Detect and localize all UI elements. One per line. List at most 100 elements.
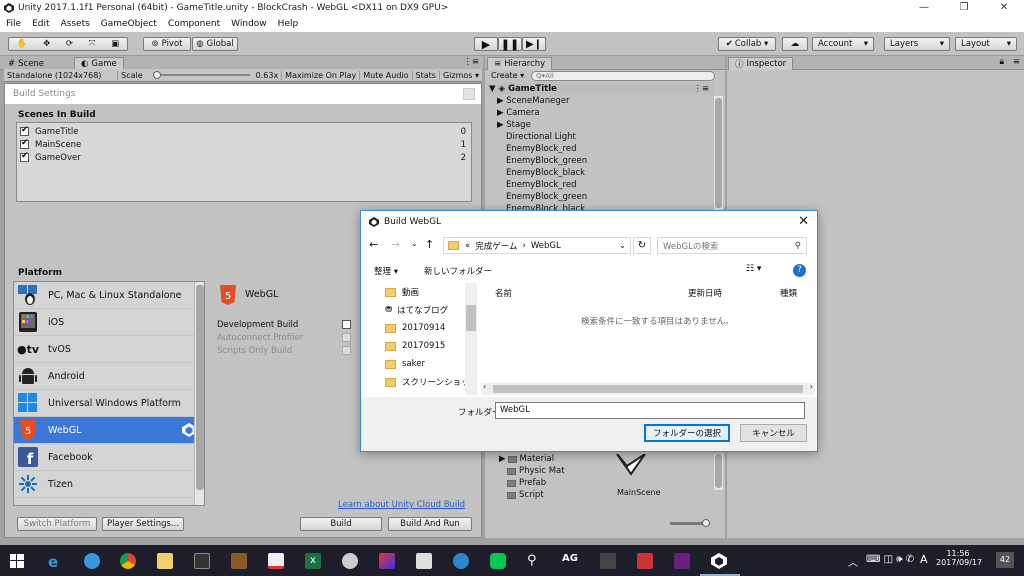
stats-toggle[interactable]: Stats	[413, 70, 440, 80]
rotate-tool-icon[interactable]: ⟳	[66, 39, 73, 49]
zoom-slider[interactable]	[670, 519, 710, 527]
hierarchy-search-input[interactable]: Q▾All	[531, 70, 716, 81]
menu-file[interactable]: File	[6, 19, 21, 29]
new-folder-button[interactable]: 新しいフォルダー	[424, 265, 492, 277]
development-build-checkbox[interactable]	[342, 320, 351, 329]
expand-arrow-icon[interactable]: ▶	[497, 96, 506, 106]
layers-dropdown[interactable]: Layers ▾	[884, 37, 950, 51]
file-list-hscrollbar[interactable]: ‹ ›	[481, 382, 815, 395]
tray-icons[interactable]: ⌨ ◫ 🕪︎ ✆	[866, 554, 914, 565]
account-dropdown[interactable]: Account ▾	[812, 37, 874, 51]
windows-start-icon[interactable]	[10, 554, 24, 568]
search-input[interactable]: WebGLの検索 ⚲	[657, 237, 807, 254]
create-dropdown[interactable]: Create ▾	[488, 71, 527, 80]
chrome-icon[interactable]	[120, 553, 136, 569]
hierarchy-root-row[interactable]: ▼ ◈ GameTitle ⋮≡	[487, 83, 713, 95]
cloud-button[interactable]: ☁	[782, 37, 808, 51]
platform-item-android[interactable]: Android	[14, 363, 204, 390]
excel-icon[interactable]: x	[305, 553, 321, 569]
lightbulb-icon[interactable]: ⚲	[527, 553, 543, 569]
pivot-button[interactable]: ⊚ Pivot	[143, 37, 191, 51]
help-icon[interactable]: ?	[793, 264, 806, 277]
nav-item[interactable]: saker	[369, 355, 479, 373]
app-ag-icon[interactable]: AG	[562, 553, 582, 569]
back-arrow-icon[interactable]: ←	[369, 238, 378, 251]
menu-help[interactable]: Help	[278, 19, 299, 29]
app-icon[interactable]	[416, 553, 432, 569]
switch-platform-button[interactable]: Switch Platform	[17, 517, 97, 531]
maximize-on-play-toggle[interactable]: Maximize On Play	[282, 70, 361, 80]
platform-item-ios[interactable]: iOS	[14, 309, 204, 336]
platform-item-uwp[interactable]: Universal Windows Platform	[14, 390, 204, 417]
collab-button[interactable]: ✔ Collab ▾	[718, 37, 776, 51]
scene-row[interactable]: GameOver2	[17, 151, 471, 164]
platform-item-standalone[interactable]: PC, Mac & Linux Standalone	[14, 282, 204, 309]
scripts-only-build-checkbox[interactable]	[342, 346, 351, 355]
play-button[interactable]: ▶	[474, 37, 498, 51]
up-arrow-icon[interactable]: ↑	[425, 238, 434, 251]
nav-item[interactable]: 20170914	[369, 319, 479, 337]
build-settings-close-button[interactable]	[463, 88, 475, 100]
clock[interactable]: 11:56 2017/09/17	[936, 549, 982, 567]
cloud-build-link[interactable]: Learn about Unity Cloud Build	[338, 500, 465, 510]
address-bar[interactable]: « 完成ゲーム › WebGL ⌄	[443, 237, 631, 254]
nav-item[interactable]: 20170915	[369, 337, 479, 355]
view-options-icon[interactable]: ☷ ▾	[746, 264, 761, 274]
project-folder[interactable]: Prefab	[499, 477, 565, 489]
paint-icon[interactable]	[268, 553, 284, 569]
app-icon[interactable]	[600, 553, 616, 569]
scene-checkbox[interactable]	[20, 138, 29, 149]
mute-audio-toggle[interactable]: Mute Audio	[360, 70, 413, 80]
project-folder[interactable]: Script	[499, 489, 565, 501]
rect-tool-icon[interactable]: ▣	[111, 39, 119, 49]
menu-edit[interactable]: Edit	[32, 19, 49, 29]
column-type[interactable]: 種類	[780, 287, 797, 299]
menu-component[interactable]: Component	[168, 19, 220, 29]
autoconnect-profiler-checkbox[interactable]	[342, 333, 351, 342]
menu-assets[interactable]: Assets	[61, 19, 90, 29]
scene-row[interactable]: MainScene1	[17, 138, 471, 151]
scene-row[interactable]: GameTitle0	[17, 125, 471, 138]
scale-tool-icon[interactable]: ⤧	[89, 39, 96, 49]
folder-input[interactable]: WebGL	[495, 402, 805, 419]
ime-indicator[interactable]: A	[920, 553, 928, 566]
resolution-dropdown[interactable]: Standalone (1024x768)	[4, 70, 119, 80]
nav-item[interactable]: スクリーンショット	[369, 373, 479, 391]
hierarchy-item[interactable]: ▶ Camera	[497, 108, 540, 118]
project-scrollbar[interactable]	[713, 454, 723, 490]
line-icon[interactable]	[490, 553, 506, 569]
minimize-button[interactable]: —	[904, 0, 944, 16]
hierarchy-item[interactable]: ▶ SceneManeger	[497, 96, 569, 106]
organize-menu[interactable]: 整理 ▾	[374, 265, 398, 277]
refresh-button[interactable]: ↻	[633, 237, 651, 254]
move-tool-icon[interactable]: ✥	[43, 39, 50, 49]
pause-button[interactable]: ❚❚	[498, 37, 522, 51]
tab-menu-icon[interactable]: ≡	[1013, 57, 1020, 67]
scene-checkbox[interactable]	[20, 151, 29, 162]
platform-item-webgl[interactable]: 5 WebGL	[14, 417, 204, 444]
build-and-run-button[interactable]: Build And Run	[388, 517, 472, 531]
column-name[interactable]: 名前	[495, 287, 512, 299]
forward-arrow-icon[interactable]: →	[391, 238, 400, 251]
cancel-button[interactable]: キャンセル	[740, 424, 807, 442]
app-icon[interactable]	[342, 553, 358, 569]
nav-scrollbar[interactable]	[465, 283, 477, 395]
hierarchy-item[interactable]: EnemyBlock_green	[506, 192, 587, 202]
app-icon[interactable]	[637, 553, 653, 569]
edge-icon[interactable]: e	[48, 553, 64, 571]
app-icon[interactable]	[231, 553, 247, 569]
platform-item-tvos[interactable]: ●tv tvOS	[14, 336, 204, 363]
notification-center-icon[interactable]: 42	[996, 552, 1014, 568]
column-modified[interactable]: 更新日時	[688, 287, 722, 299]
recent-dropdown-icon[interactable]: ⌄	[411, 239, 418, 248]
scene-asset-icon[interactable]	[605, 453, 675, 484]
global-button[interactable]: ◍ Global	[192, 37, 238, 51]
ie-icon[interactable]	[84, 553, 100, 569]
breadcrumb-current[interactable]: WebGL	[531, 241, 561, 251]
build-button[interactable]: Build	[300, 517, 382, 531]
app-icon[interactable]	[453, 553, 469, 569]
project-folder[interactable]: ▶ Material	[499, 453, 565, 465]
address-dropdown-icon[interactable]: ⌄	[619, 241, 626, 251]
hierarchy-item[interactable]: ▶ Stage	[497, 120, 531, 130]
unity-taskbar-icon[interactable]	[711, 553, 727, 569]
